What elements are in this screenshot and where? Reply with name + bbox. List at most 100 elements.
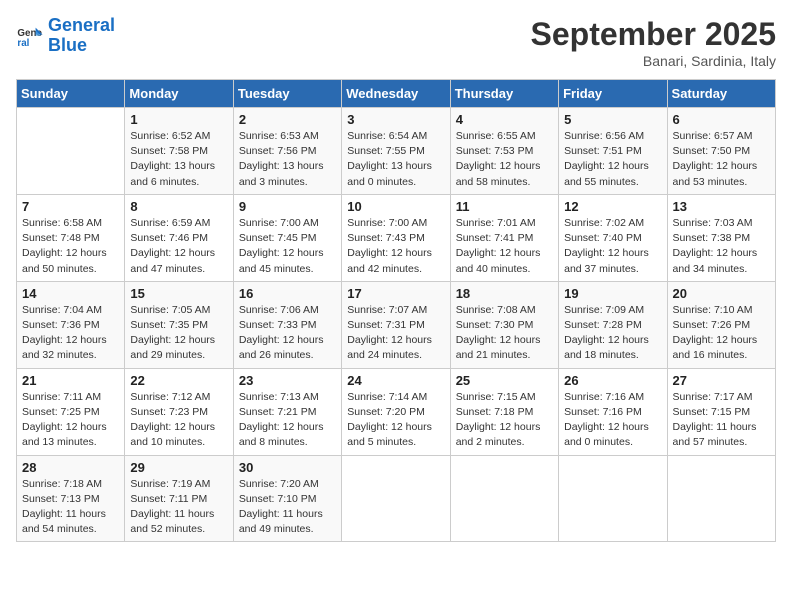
weekday-header-wednesday: Wednesday xyxy=(342,80,450,108)
calendar-cell: 16 Sunrise: 7:06 AMSunset: 7:33 PMDayligh… xyxy=(233,281,341,368)
day-info: Sunrise: 7:20 AMSunset: 7:10 PMDaylight:… xyxy=(239,477,336,538)
calendar-cell: 27 Sunrise: 7:17 AMSunset: 7:15 PMDayligh… xyxy=(667,368,775,455)
weekday-header-saturday: Saturday xyxy=(667,80,775,108)
location-subtitle: Banari, Sardinia, Italy xyxy=(531,53,776,69)
day-info: Sunrise: 7:02 AMSunset: 7:40 PMDaylight:… xyxy=(564,216,661,277)
day-number: 4 xyxy=(456,112,553,127)
logo: Gene ral General Blue xyxy=(16,16,115,56)
logo-text: General Blue xyxy=(48,16,115,56)
day-info: Sunrise: 7:16 AMSunset: 7:16 PMDaylight:… xyxy=(564,390,661,451)
page-header: Gene ral General Blue September 2025 Ban… xyxy=(16,16,776,69)
calendar-table: SundayMondayTuesdayWednesdayThursdayFrid… xyxy=(16,79,776,542)
day-number: 3 xyxy=(347,112,444,127)
day-info: Sunrise: 7:13 AMSunset: 7:21 PMDaylight:… xyxy=(239,390,336,451)
calendar-cell: 19 Sunrise: 7:09 AMSunset: 7:28 PMDayligh… xyxy=(559,281,667,368)
day-info: Sunrise: 7:00 AMSunset: 7:43 PMDaylight:… xyxy=(347,216,444,277)
day-info: Sunrise: 7:04 AMSunset: 7:36 PMDaylight:… xyxy=(22,303,119,364)
day-number: 9 xyxy=(239,199,336,214)
day-info: Sunrise: 7:00 AMSunset: 7:45 PMDaylight:… xyxy=(239,216,336,277)
day-info: Sunrise: 6:56 AMSunset: 7:51 PMDaylight:… xyxy=(564,129,661,190)
day-info: Sunrise: 7:07 AMSunset: 7:31 PMDaylight:… xyxy=(347,303,444,364)
day-number: 17 xyxy=(347,286,444,301)
day-number: 30 xyxy=(239,460,336,475)
day-number: 19 xyxy=(564,286,661,301)
day-number: 16 xyxy=(239,286,336,301)
calendar-cell: 17 Sunrise: 7:07 AMSunset: 7:31 PMDayligh… xyxy=(342,281,450,368)
calendar-cell: 30 Sunrise: 7:20 AMSunset: 7:10 PMDayligh… xyxy=(233,455,341,542)
day-info: Sunrise: 7:01 AMSunset: 7:41 PMDaylight:… xyxy=(456,216,553,277)
calendar-cell: 5Sunrise: 6:56 AMSunset: 7:51 PMDaylight… xyxy=(559,108,667,195)
day-info: Sunrise: 6:53 AMSunset: 7:56 PMDaylight:… xyxy=(239,129,336,190)
day-number: 7 xyxy=(22,199,119,214)
calendar-cell: 9 Sunrise: 7:00 AMSunset: 7:45 PMDaylight… xyxy=(233,194,341,281)
calendar-cell xyxy=(667,455,775,542)
day-number: 15 xyxy=(130,286,227,301)
calendar-cell: 22 Sunrise: 7:12 AMSunset: 7:23 PMDayligh… xyxy=(125,368,233,455)
calendar-cell: 28 Sunrise: 7:18 AMSunset: 7:13 PMDayligh… xyxy=(17,455,125,542)
day-number: 13 xyxy=(673,199,770,214)
logo-line2: Blue xyxy=(48,35,87,55)
day-info: Sunrise: 6:52 AMSunset: 7:58 PMDaylight:… xyxy=(130,129,227,190)
day-info: Sunrise: 7:12 AMSunset: 7:23 PMDaylight:… xyxy=(130,390,227,451)
calendar-cell xyxy=(450,455,558,542)
calendar-cell: 14Sunrise: 7:04 AMSunset: 7:36 PMDayligh… xyxy=(17,281,125,368)
calendar-cell: 25Sunrise: 7:15 AMSunset: 7:18 PMDayligh… xyxy=(450,368,558,455)
day-number: 23 xyxy=(239,373,336,388)
calendar-cell: 29Sunrise: 7:19 AMSunset: 7:11 PMDayligh… xyxy=(125,455,233,542)
day-info: Sunrise: 7:09 AMSunset: 7:28 PMDaylight:… xyxy=(564,303,661,364)
day-number: 24 xyxy=(347,373,444,388)
calendar-cell: 3 Sunrise: 6:54 AMSunset: 7:55 PMDaylight… xyxy=(342,108,450,195)
day-info: Sunrise: 7:10 AMSunset: 7:26 PMDaylight:… xyxy=(673,303,770,364)
calendar-week-4: 21 Sunrise: 7:11 AMSunset: 7:25 PMDayligh… xyxy=(17,368,776,455)
calendar-week-2: 7 Sunrise: 6:58 AMSunset: 7:48 PMDaylight… xyxy=(17,194,776,281)
day-info: Sunrise: 7:08 AMSunset: 7:30 PMDaylight:… xyxy=(456,303,553,364)
calendar-cell: 23 Sunrise: 7:13 AMSunset: 7:21 PMDayligh… xyxy=(233,368,341,455)
svg-text:ral: ral xyxy=(17,38,29,49)
day-info: Sunrise: 7:14 AMSunset: 7:20 PMDaylight:… xyxy=(347,390,444,451)
day-number: 10 xyxy=(347,199,444,214)
day-number: 8 xyxy=(130,199,227,214)
day-info: Sunrise: 7:17 AMSunset: 7:15 PMDaylight:… xyxy=(673,390,770,451)
day-info: Sunrise: 7:11 AMSunset: 7:25 PMDaylight:… xyxy=(22,390,119,451)
day-number: 21 xyxy=(22,373,119,388)
calendar-cell: 11 Sunrise: 7:01 AMSunset: 7:41 PMDayligh… xyxy=(450,194,558,281)
calendar-cell xyxy=(342,455,450,542)
day-number: 29 xyxy=(130,460,227,475)
calendar-cell: 13Sunrise: 7:03 AMSunset: 7:38 PMDayligh… xyxy=(667,194,775,281)
calendar-cell: 1 Sunrise: 6:52 AMSunset: 7:58 PMDaylight… xyxy=(125,108,233,195)
calendar-cell: 21 Sunrise: 7:11 AMSunset: 7:25 PMDayligh… xyxy=(17,368,125,455)
weekday-header-row: SundayMondayTuesdayWednesdayThursdayFrid… xyxy=(17,80,776,108)
calendar-cell: 20Sunrise: 7:10 AMSunset: 7:26 PMDayligh… xyxy=(667,281,775,368)
day-number: 12 xyxy=(564,199,661,214)
weekday-header-friday: Friday xyxy=(559,80,667,108)
day-number: 22 xyxy=(130,373,227,388)
day-number: 25 xyxy=(456,373,553,388)
day-number: 1 xyxy=(130,112,227,127)
weekday-header-tuesday: Tuesday xyxy=(233,80,341,108)
calendar-cell: 7 Sunrise: 6:58 AMSunset: 7:48 PMDaylight… xyxy=(17,194,125,281)
logo-icon: Gene ral xyxy=(16,22,44,50)
calendar-week-5: 28 Sunrise: 7:18 AMSunset: 7:13 PMDayligh… xyxy=(17,455,776,542)
day-number: 11 xyxy=(456,199,553,214)
calendar-week-3: 14Sunrise: 7:04 AMSunset: 7:36 PMDayligh… xyxy=(17,281,776,368)
month-title: September 2025 xyxy=(531,16,776,53)
day-info: Sunrise: 7:06 AMSunset: 7:33 PMDaylight:… xyxy=(239,303,336,364)
weekday-header-monday: Monday xyxy=(125,80,233,108)
title-block: September 2025 Banari, Sardinia, Italy xyxy=(531,16,776,69)
calendar-cell: 2Sunrise: 6:53 AMSunset: 7:56 PMDaylight… xyxy=(233,108,341,195)
calendar-cell xyxy=(559,455,667,542)
day-number: 18 xyxy=(456,286,553,301)
calendar-cell xyxy=(17,108,125,195)
calendar-cell: 6Sunrise: 6:57 AMSunset: 7:50 PMDaylight… xyxy=(667,108,775,195)
calendar-cell: 24 Sunrise: 7:14 AMSunset: 7:20 PMDayligh… xyxy=(342,368,450,455)
day-number: 28 xyxy=(22,460,119,475)
day-number: 27 xyxy=(673,373,770,388)
day-number: 6 xyxy=(673,112,770,127)
logo-line1: General xyxy=(48,15,115,35)
day-info: Sunrise: 6:58 AMSunset: 7:48 PMDaylight:… xyxy=(22,216,119,277)
calendar-cell: 12 Sunrise: 7:02 AMSunset: 7:40 PMDayligh… xyxy=(559,194,667,281)
day-info: Sunrise: 6:55 AMSunset: 7:53 PMDaylight:… xyxy=(456,129,553,190)
day-info: Sunrise: 6:54 AMSunset: 7:55 PMDaylight:… xyxy=(347,129,444,190)
calendar-week-1: 1 Sunrise: 6:52 AMSunset: 7:58 PMDaylight… xyxy=(17,108,776,195)
day-info: Sunrise: 7:18 AMSunset: 7:13 PMDaylight:… xyxy=(22,477,119,538)
